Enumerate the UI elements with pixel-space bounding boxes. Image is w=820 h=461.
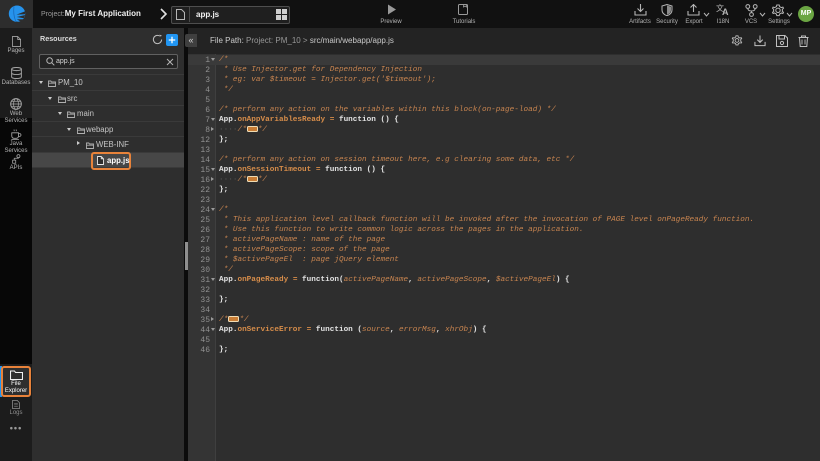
svg-text:A: A [722,7,729,16]
